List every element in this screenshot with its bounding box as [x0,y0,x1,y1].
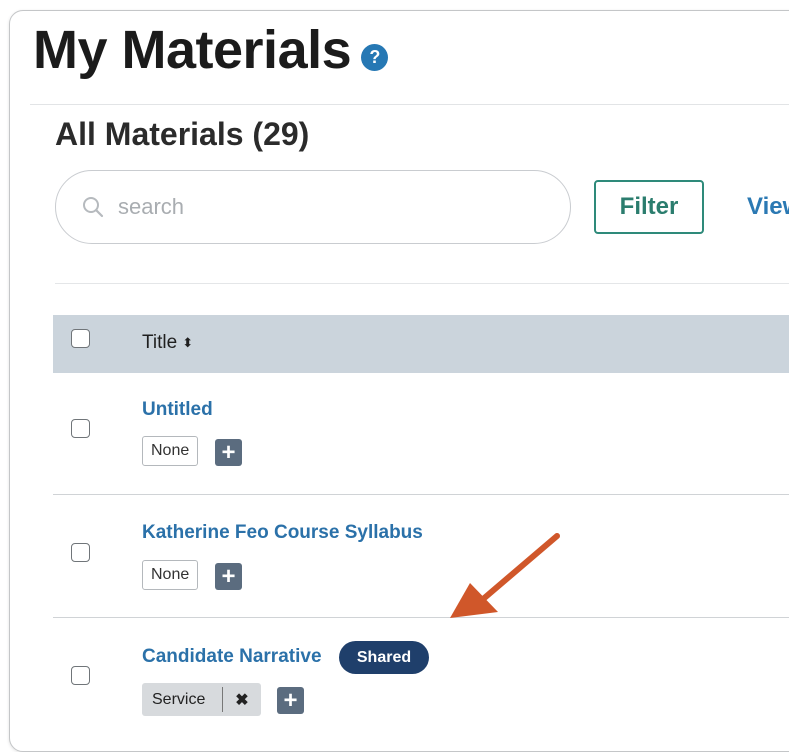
help-icon[interactable]: ? [361,43,389,71]
material-title-link[interactable]: Katherine Feo Course Syllabus [142,522,423,544]
row-divider [53,617,789,618]
sort-icon[interactable]: ⬍ [182,335,193,351]
add-tag-button[interactable]: + [215,563,242,590]
annotation-arrow-icon [450,533,560,618]
row-checkbox[interactable] [71,666,90,685]
view-link[interactable]: View [747,193,789,221]
search-box[interactable] [55,170,571,244]
tag-chip: None [142,436,199,466]
column-header-title[interactable]: Title ⬍ [142,332,193,354]
divider [55,283,789,284]
page-title-text: My Materials [33,20,352,80]
tag-label: Service [152,690,206,708]
row-checkbox[interactable] [71,543,90,562]
row-divider [53,494,789,495]
add-tag-button[interactable]: + [215,439,242,466]
page-title: My Materials ? [33,18,389,82]
material-title-link[interactable]: Candidate Narrative [142,646,322,668]
add-tag-button[interactable]: + [277,687,304,714]
column-header-label: Title [142,332,178,353]
divider [30,104,789,105]
select-all-checkbox[interactable] [71,329,90,348]
shared-badge: Shared [339,641,429,674]
search-icon [83,197,104,218]
tag-chip: None [142,560,199,590]
row-checkbox[interactable] [71,419,90,438]
remove-tag-icon[interactable]: ✖ [223,690,261,710]
filter-button[interactable]: Filter [594,180,704,234]
tag-chip: Service ✖ [142,683,261,716]
search-input[interactable] [116,193,520,221]
section-heading: All Materials (29) [55,116,310,152]
material-title-link[interactable]: Untitled [142,399,213,421]
